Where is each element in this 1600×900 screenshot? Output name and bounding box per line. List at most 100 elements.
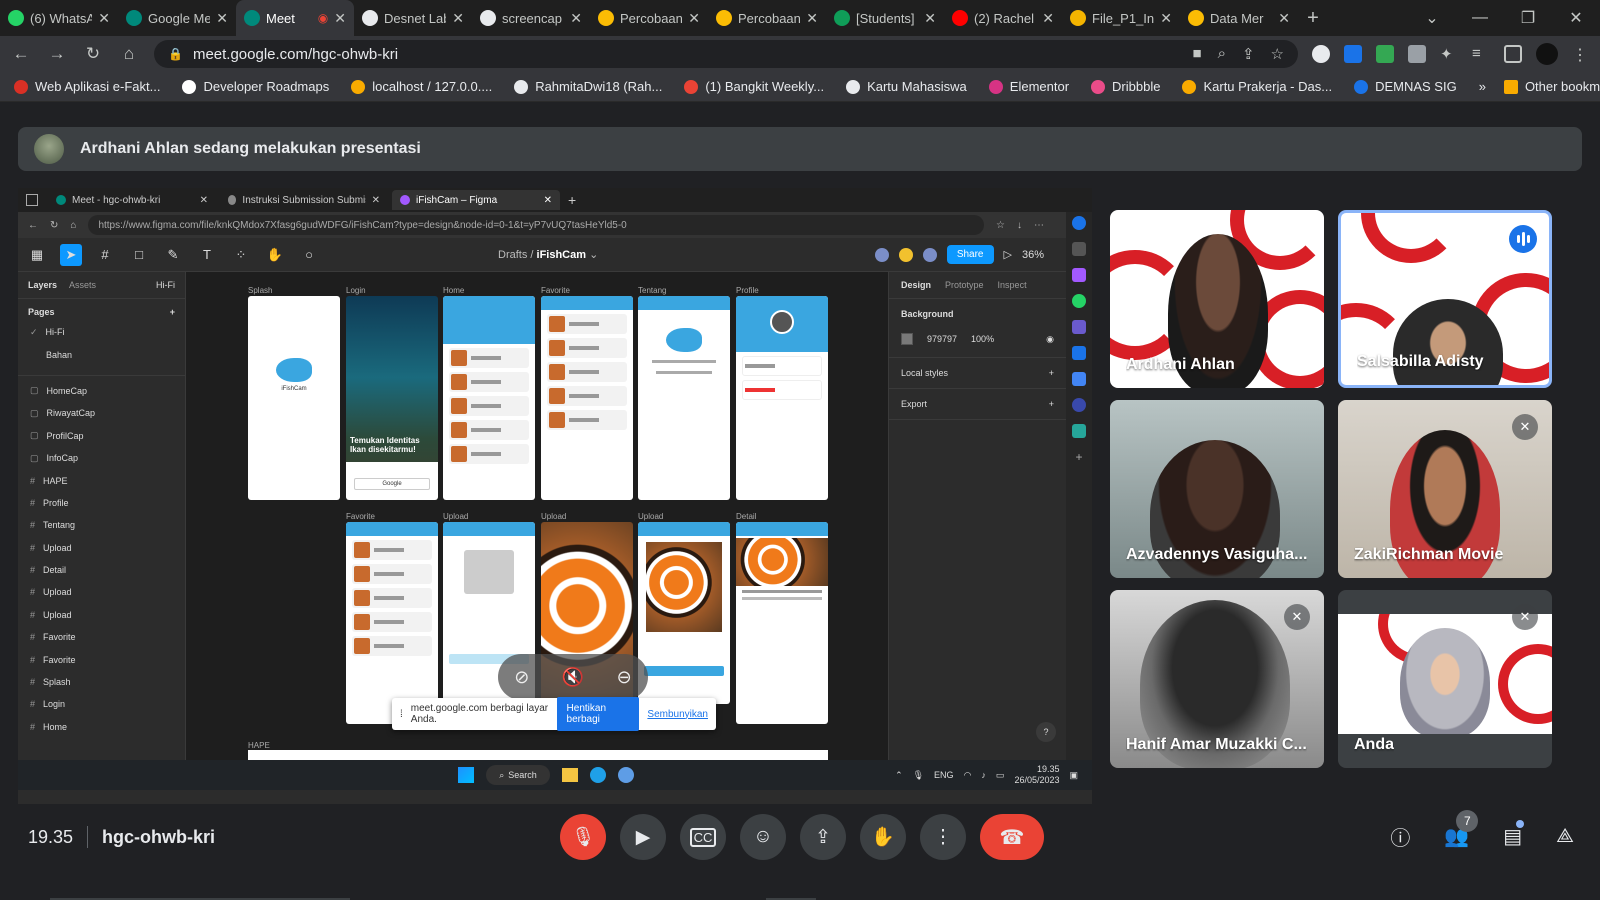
- close-tab-icon[interactable]: ✕: [1278, 10, 1290, 27]
- close-tab-icon[interactable]: ✕: [806, 10, 818, 27]
- sidepanel-icon[interactable]: [1504, 45, 1522, 63]
- browser-tab[interactable]: File_P1_In ✕: [1062, 0, 1180, 36]
- bookmark-item[interactable]: DEMNAS SIG: [1354, 79, 1457, 94]
- restore-button[interactable]: ❐: [1504, 8, 1552, 28]
- layer-label: Upload: [43, 609, 72, 620]
- bookmark-item[interactable]: Web Aplikasi e-Fakt...: [14, 79, 160, 94]
- bookmark-item[interactable]: localhost / 127.0.0....: [351, 79, 492, 94]
- meeting-details-button[interactable]: ⓘ: [1390, 822, 1410, 851]
- participant-tile[interactable]: Salsabilla Adisty: [1338, 210, 1552, 388]
- frame-upload-3: [638, 522, 730, 704]
- camera-toggle-button[interactable]: ▶: [620, 814, 666, 860]
- close-tab-icon[interactable]: ✕: [1160, 10, 1172, 27]
- extension-icon[interactable]: [1376, 45, 1394, 63]
- raise-hand-button[interactable]: ✋: [860, 814, 906, 860]
- page-label: Hi-Fi: [45, 327, 65, 338]
- activities-button[interactable]: ⟁: [1556, 825, 1574, 848]
- browser-tab[interactable]: screencap ✕: [472, 0, 590, 36]
- browser-tab[interactable]: (6) WhatsApp ✕: [0, 0, 118, 36]
- close-tab-icon[interactable]: ✕: [334, 10, 346, 27]
- close-tab-icon[interactable]: ✕: [924, 10, 936, 27]
- close-window-button[interactable]: ✕: [1552, 8, 1600, 28]
- call-controls: 🎙 ▶ CC ☺ ⇪ ✋ ⋮ ☎: [560, 814, 1044, 860]
- local-styles-label: Local styles: [901, 368, 949, 378]
- figma-top-right: Share ▷ 36%: [874, 245, 1084, 264]
- browser-tab[interactable]: Percobaan ✕: [590, 0, 708, 36]
- layer-label: HAPE: [43, 475, 68, 486]
- participant-tile[interactable]: ✕ Hanif Amar Muzakki C...: [1110, 590, 1324, 768]
- share-page-icon[interactable]: ⇪: [1242, 45, 1255, 63]
- chat-button[interactable]: ▤: [1503, 820, 1525, 849]
- back-icon[interactable]: ←: [10, 44, 32, 64]
- export-label: Export: [901, 399, 928, 409]
- profile-avatar[interactable]: [1536, 43, 1558, 65]
- frame-splash: iFishCam: [248, 296, 340, 500]
- tab-favicon-icon: [1188, 10, 1204, 26]
- info-icon: ⓘ: [1390, 828, 1411, 850]
- app-icon: [1072, 424, 1086, 438]
- frame-login: Temukan Identitas Ikan disekitarmu! Goog…: [346, 296, 438, 500]
- bookmark-star-icon[interactable]: ☆: [1271, 45, 1284, 63]
- close-tab-icon[interactable]: ✕: [452, 10, 464, 27]
- people-button[interactable]: 7 👥: [1444, 810, 1479, 849]
- browser-tab[interactable]: Google Meet ✕: [118, 0, 236, 36]
- bookmark-item[interactable]: RahmitaDwi18 (Rah...: [514, 79, 662, 94]
- frame-label: Upload: [638, 512, 664, 521]
- more-options-button[interactable]: ⋮: [920, 814, 966, 860]
- present-button[interactable]: ⇪: [800, 814, 846, 860]
- bookmark-item[interactable]: Kartu Prakerja - Das...: [1182, 79, 1332, 94]
- bookmark-item[interactable]: Elementor: [988, 79, 1069, 94]
- puzzle-icon[interactable]: ✦: [1440, 45, 1458, 63]
- close-tab-icon[interactable]: ✕: [98, 10, 110, 27]
- bookmark-item[interactable]: (1) Bangkit Weekly...: [684, 79, 824, 94]
- tab-favicon-icon: [952, 10, 968, 26]
- participant-tile[interactable]: ✕ ZakiRichman Movie: [1338, 400, 1552, 578]
- extension-icon[interactable]: [1312, 45, 1330, 63]
- chevron-right-icon[interactable]: »: [1479, 79, 1486, 94]
- layer-label: Favorite: [43, 632, 76, 643]
- microphone-toggle-button[interactable]: 🎙: [560, 814, 606, 860]
- browser-tab[interactable]: Meet ◉ ✕: [236, 0, 354, 36]
- close-icon: ✕: [543, 194, 552, 206]
- bookmark-favicon-icon: [514, 79, 529, 94]
- close-tab-icon[interactable]: ✕: [1042, 10, 1054, 27]
- windows-start-icon: [458, 767, 474, 783]
- layer-tabs: Layers Assets Hi-Fi: [18, 272, 185, 299]
- address-bar[interactable]: 🔒 meet.google.com/hgc-ohwb-kri ■ ⌕ ⇪ ☆: [154, 40, 1298, 68]
- browser-tab[interactable]: Desnet Labs ✕: [354, 0, 472, 36]
- media-icon[interactable]: ≡: [1472, 45, 1490, 63]
- browser-tab[interactable]: [Students] ✕: [826, 0, 944, 36]
- tab-search-icon[interactable]: ⌄: [1408, 8, 1456, 28]
- layer-label: Tentang: [43, 520, 76, 531]
- browser-tab[interactable]: Data Mer ✕: [1180, 0, 1298, 36]
- close-tab-icon[interactable]: ✕: [688, 10, 700, 27]
- minimize-button[interactable]: —: [1456, 9, 1504, 27]
- captions-button[interactable]: CC: [680, 814, 726, 860]
- favorites-icon: ☆: [996, 219, 1005, 231]
- share-notice-text: meet.google.com berbagi layar Anda.: [410, 703, 549, 725]
- close-tab-icon[interactable]: ✕: [570, 10, 582, 27]
- layer-item: # Upload: [18, 581, 185, 603]
- browser-tab[interactable]: Percobaan ✕: [708, 0, 826, 36]
- bookmark-item[interactable]: Dribbble: [1091, 79, 1160, 94]
- lock-icon[interactable]: 🔒: [168, 47, 183, 61]
- participant-tile[interactable]: Ardhani Ahlan: [1110, 210, 1324, 388]
- new-tab-button[interactable]: +: [1298, 7, 1328, 30]
- reactions-button[interactable]: ☺: [740, 814, 786, 860]
- reload-icon[interactable]: ↻: [82, 44, 104, 64]
- home-icon[interactable]: ⌂: [118, 44, 140, 64]
- leave-call-button[interactable]: ☎: [980, 814, 1044, 860]
- camera-indicator-icon[interactable]: ■: [1193, 45, 1202, 63]
- participant-tile-self[interactable]: ✕ Anda: [1338, 590, 1552, 768]
- menu-icon[interactable]: ⋮: [1572, 45, 1590, 64]
- participant-tile[interactable]: Azvadennys Vasiguha...: [1110, 400, 1324, 578]
- extension-icon[interactable]: [1344, 45, 1362, 63]
- close-tab-icon[interactable]: ✕: [216, 10, 228, 27]
- browser-tab[interactable]: (2) Rachel ✕: [944, 0, 1062, 36]
- zoom-icon[interactable]: ⌕: [1218, 45, 1226, 63]
- other-bookmarks[interactable]: Other bookmarks: [1503, 79, 1600, 94]
- extension-icon[interactable]: [1408, 45, 1426, 63]
- bookmark-item[interactable]: Kartu Mahasiswa: [846, 79, 967, 94]
- bookmark-item[interactable]: Developer Roadmaps: [182, 79, 329, 94]
- forward-icon[interactable]: →: [46, 44, 68, 64]
